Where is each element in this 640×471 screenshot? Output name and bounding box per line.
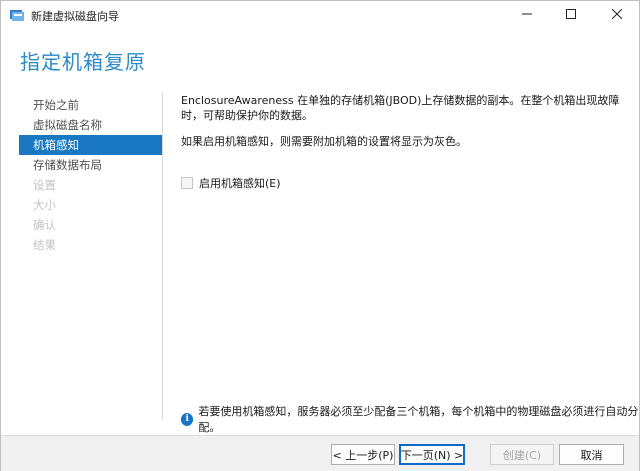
nav-item-virtual-disk-name[interactable]: 虚拟磁盘名称 <box>19 115 162 135</box>
previous-button[interactable]: < 上一步(P) <box>331 444 395 465</box>
nav-item-storage-layout[interactable]: 存储数据布局 <box>19 155 162 175</box>
info-text: 若要使用机箱感知，服务器必须至少配备三个机箱，每个机箱中的物理磁盘必须进行自动分… <box>198 405 639 434</box>
nav-item-results: 结果 <box>33 238 56 252</box>
main-panel: EnclosureAwareness 在单独的存储机箱(JBOD)上存储数据的副… <box>181 93 621 190</box>
enable-enclosure-awareness-row[interactable]: 启用机箱感知(E) <box>181 175 281 191</box>
wizard-footer: < 上一步(P) 下一页(N) > 创建(C) 取消 <box>1 435 639 471</box>
enable-enclosure-awareness-label[interactable]: 启用机箱感知(E) <box>199 175 281 191</box>
description-text: EnclosureAwareness 在单独的存储机箱(JBOD)上存储数据的副… <box>181 94 620 122</box>
maximize-icon <box>566 8 576 22</box>
title-bar[interactable]: 新建虚拟磁盘向导 <box>1 1 639 29</box>
next-button[interactable]: 下一页(N) > <box>399 444 465 465</box>
nav-item-size: 大小 <box>33 198 56 212</box>
page-title: 指定机箱复原 <box>20 50 146 74</box>
maximize-button[interactable] <box>549 1 593 29</box>
nav-item-before-you-begin[interactable]: 开始之前 <box>19 95 162 115</box>
wizard-header: 指定机箱复原 <box>1 29 639 85</box>
nav-divider <box>162 93 163 419</box>
info-message: i 若要使用机箱感知，服务器必须至少配备三个机箱，每个机箱中的物理磁盘必须进行自… <box>181 403 639 435</box>
minimize-button[interactable] <box>505 1 549 29</box>
close-icon <box>611 8 623 22</box>
note-text: 如果启用机箱感知，则需要附加机箱的设置将显示为灰色。 <box>181 135 467 148</box>
wizard-content: 开始之前 虚拟磁盘名称 机箱感知 存储数据布局 设置 大小 确认 结果 Encl… <box>1 85 639 435</box>
info-icon: i <box>181 412 194 426</box>
wizard-window: 新建虚拟磁盘向导 指定机箱复原 开始之前 虚拟磁盘名称 机箱感知 存储数据布局 … <box>0 0 640 471</box>
create-button: 创建(C) <box>490 444 554 465</box>
wizard-step-nav: 开始之前 虚拟磁盘名称 机箱感知 存储数据布局 设置 大小 确认 结果 <box>19 95 162 255</box>
window-title: 新建虚拟磁盘向导 <box>31 10 119 23</box>
enable-enclosure-awareness-checkbox[interactable] <box>181 177 193 189</box>
virtual-disk-app-icon <box>9 8 25 22</box>
cancel-button[interactable]: 取消 <box>559 444 624 465</box>
minimize-icon <box>522 9 532 22</box>
nav-item-settings: 设置 <box>33 178 56 192</box>
close-button[interactable] <box>595 1 639 29</box>
nav-item-confirmation: 确认 <box>33 218 56 232</box>
nav-item-enclosure-awareness[interactable]: 机箱感知 <box>19 135 162 155</box>
